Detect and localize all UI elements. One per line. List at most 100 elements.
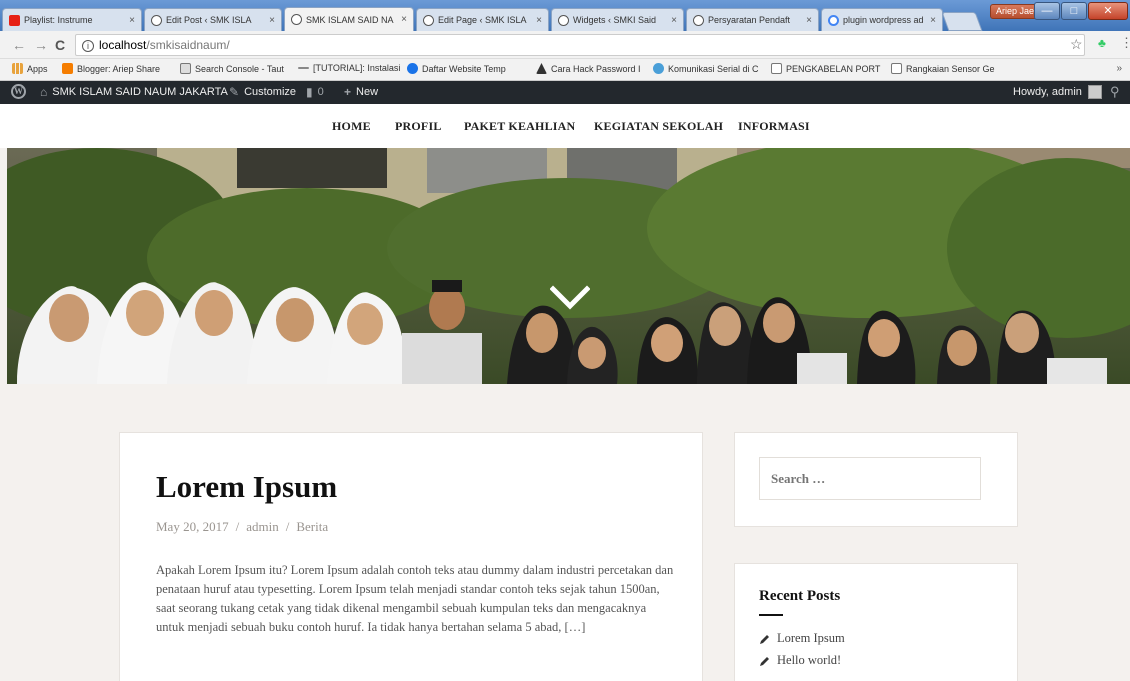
browser-tab[interactable]: Playlist: Instrume ×: [2, 8, 142, 31]
bookmark-item[interactable]: Daftar Website Temp: [407, 63, 506, 74]
minimize-button[interactable]: —: [1034, 2, 1060, 20]
new-label: New: [356, 86, 379, 98]
extension-icon[interactable]: ♣: [1098, 36, 1106, 50]
url-host: localhost: [99, 38, 147, 52]
close-icon[interactable]: ×: [671, 15, 677, 26]
brush-icon: ✎: [229, 85, 240, 99]
wordpress-logo-icon: W: [11, 84, 26, 99]
menu-item-kegiatan-sekolah[interactable]: KEGIATAN SEKOLAH: [594, 119, 723, 134]
bookmarks-bar: Apps Blogger: Ariep Share Search Console…: [0, 59, 1130, 81]
bookmark-star-icon[interactable]: ☆: [1070, 36, 1083, 53]
browser-tab[interactable]: Edit Page ‹ SMK ISLA ×: [416, 8, 549, 31]
browser-tab[interactable]: Persyaratan Pendaft ×: [686, 8, 819, 31]
info-icon[interactable]: i: [82, 40, 94, 52]
browser-tab[interactable]: Widgets ‹ SMKI Said ×: [551, 8, 684, 31]
chevron-down-icon[interactable]: [550, 283, 590, 313]
menu-item-profil[interactable]: PROFIL: [395, 119, 442, 134]
bookmark-label: PENGKABELAN PORT: [786, 63, 881, 74]
wp-logo-button[interactable]: W: [11, 84, 26, 99]
page-icon: [771, 63, 782, 74]
bookmark-label: Cara Hack Password I: [551, 63, 641, 74]
tab-title: Edit Page ‹ SMK ISLA: [438, 15, 527, 25]
widget-title: Recent Posts: [759, 588, 841, 604]
howdy-label: Howdy, admin: [1013, 86, 1082, 98]
meta-separator: /: [235, 519, 240, 534]
customize-label: Customize: [244, 86, 297, 98]
url-path: /smkisaidnaum/: [146, 38, 230, 52]
search-input[interactable]: [759, 457, 981, 500]
bookmark-label: Daftar Website Temp: [422, 63, 506, 74]
browser-tab[interactable]: Edit Post ‹ SMK ISLA ×: [144, 8, 282, 31]
tab-title: Persyaratan Pendaft: [708, 15, 791, 25]
forward-button[interactable]: →: [34, 37, 48, 53]
reload-button[interactable]: C: [55, 37, 65, 53]
close-icon[interactable]: ×: [401, 14, 407, 25]
menu-item-informasi[interactable]: INFORMASI: [738, 119, 810, 134]
google-icon: [828, 14, 839, 26]
comments-link[interactable]: ▮ 0: [306, 85, 324, 99]
bookmark-label: Rangkaian Sensor Ge: [906, 63, 995, 74]
pencil-icon: [760, 634, 769, 644]
site-name-link[interactable]: ⌂ SMK ISLAM SAID NAUM JAKARTA: [40, 85, 228, 99]
bookmark-item[interactable]: PENGKABELAN PORT: [771, 63, 880, 74]
close-icon[interactable]: ×: [930, 15, 936, 26]
apps-grid-icon: [12, 63, 23, 74]
search-widget: [734, 432, 1018, 527]
recent-post-label: Hello world!: [777, 653, 842, 667]
browser-tab-active[interactable]: SMK ISLAM SAID NA ×: [284, 7, 414, 31]
bookmark-label: Apps: [27, 63, 48, 74]
avatar: [1087, 85, 1102, 99]
address-bar-row: ← → C i localhost/smkisaidnaum/: [0, 31, 1130, 59]
recent-post-label: Lorem Ipsum: [777, 631, 845, 645]
browser-tab[interactable]: plugin wordpress ad ×: [821, 8, 943, 31]
account-menu[interactable]: Howdy, admin: [1013, 85, 1102, 99]
search-console-icon: [180, 63, 191, 74]
close-icon[interactable]: ×: [806, 15, 812, 26]
admin-search-icon[interactable]: ⚲: [1110, 84, 1120, 100]
customize-link[interactable]: ✎ Customize: [229, 85, 296, 99]
globe-icon: [407, 63, 418, 74]
wordpress-icon: [291, 14, 302, 25]
page-icon: [891, 63, 902, 74]
maximize-button[interactable]: □: [1061, 2, 1087, 20]
wordpress-icon: [693, 14, 704, 26]
back-button[interactable]: ←: [12, 37, 26, 53]
recent-post-link[interactable]: Lorem Ipsum: [759, 631, 845, 646]
dash-icon: [298, 67, 309, 69]
post-author[interactable]: admin: [246, 519, 279, 534]
pencil-icon: [760, 656, 769, 666]
bookmark-item[interactable]: Search Console - Taut: [180, 63, 284, 74]
tab-title: Widgets ‹ SMKI Said: [573, 15, 657, 25]
wordpress-icon: [151, 14, 162, 26]
bookmark-item[interactable]: Rangkaian Sensor Ge: [891, 63, 995, 74]
post-category[interactable]: Berita: [296, 519, 328, 534]
url-field[interactable]: i localhost/smkisaidnaum/: [75, 34, 1085, 56]
close-icon[interactable]: ×: [536, 15, 542, 26]
blogger-icon: [62, 63, 73, 74]
bookmark-label: [TUTORIAL]: Instalasi: [313, 63, 401, 73]
menu-item-home[interactable]: HOME: [332, 119, 371, 134]
bookmark-apps[interactable]: Apps: [12, 63, 48, 74]
bookmark-item[interactable]: Cara Hack Password I: [536, 63, 641, 74]
dashboard-icon: ⌂: [40, 85, 48, 99]
new-content-link[interactable]: + New: [344, 85, 378, 99]
tab-title: Edit Post ‹ SMK ISLA: [166, 15, 252, 25]
meta-separator: /: [285, 519, 290, 534]
bookmark-label: Komunikasi Serial di C: [668, 63, 759, 74]
new-tab-button[interactable]: [941, 12, 983, 31]
menu-kebab-icon[interactable]: ⋮: [1120, 35, 1130, 51]
browser-tabstrip: Playlist: Instrume × Edit Post ‹ SMK ISL…: [0, 0, 1130, 31]
primary-menu: HOME PROFIL PAKET KEAHLIAN KEGIATAN SEKO…: [0, 104, 1130, 148]
post-title[interactable]: Lorem Ipsum: [156, 469, 337, 505]
bookmark-item[interactable]: Blogger: Ariep Share: [62, 63, 160, 74]
window-close-button[interactable]: ✕: [1088, 2, 1128, 20]
bookmark-item[interactable]: [TUTORIAL]: Instalasi: [298, 63, 400, 73]
recent-post-link[interactable]: Hello world!: [759, 653, 841, 668]
menu-item-paket-keahlian[interactable]: PAKET KEAHLIAN: [464, 119, 575, 134]
bookmark-item[interactable]: Komunikasi Serial di C: [653, 63, 759, 74]
bookmarks-overflow-button[interactable]: »: [1116, 63, 1122, 74]
close-icon[interactable]: ×: [269, 15, 275, 26]
close-icon[interactable]: ×: [129, 15, 135, 26]
post-date[interactable]: May 20, 2017: [156, 519, 229, 534]
site-name-label: SMK ISLAM SAID NAUM JAKARTA: [52, 86, 228, 98]
